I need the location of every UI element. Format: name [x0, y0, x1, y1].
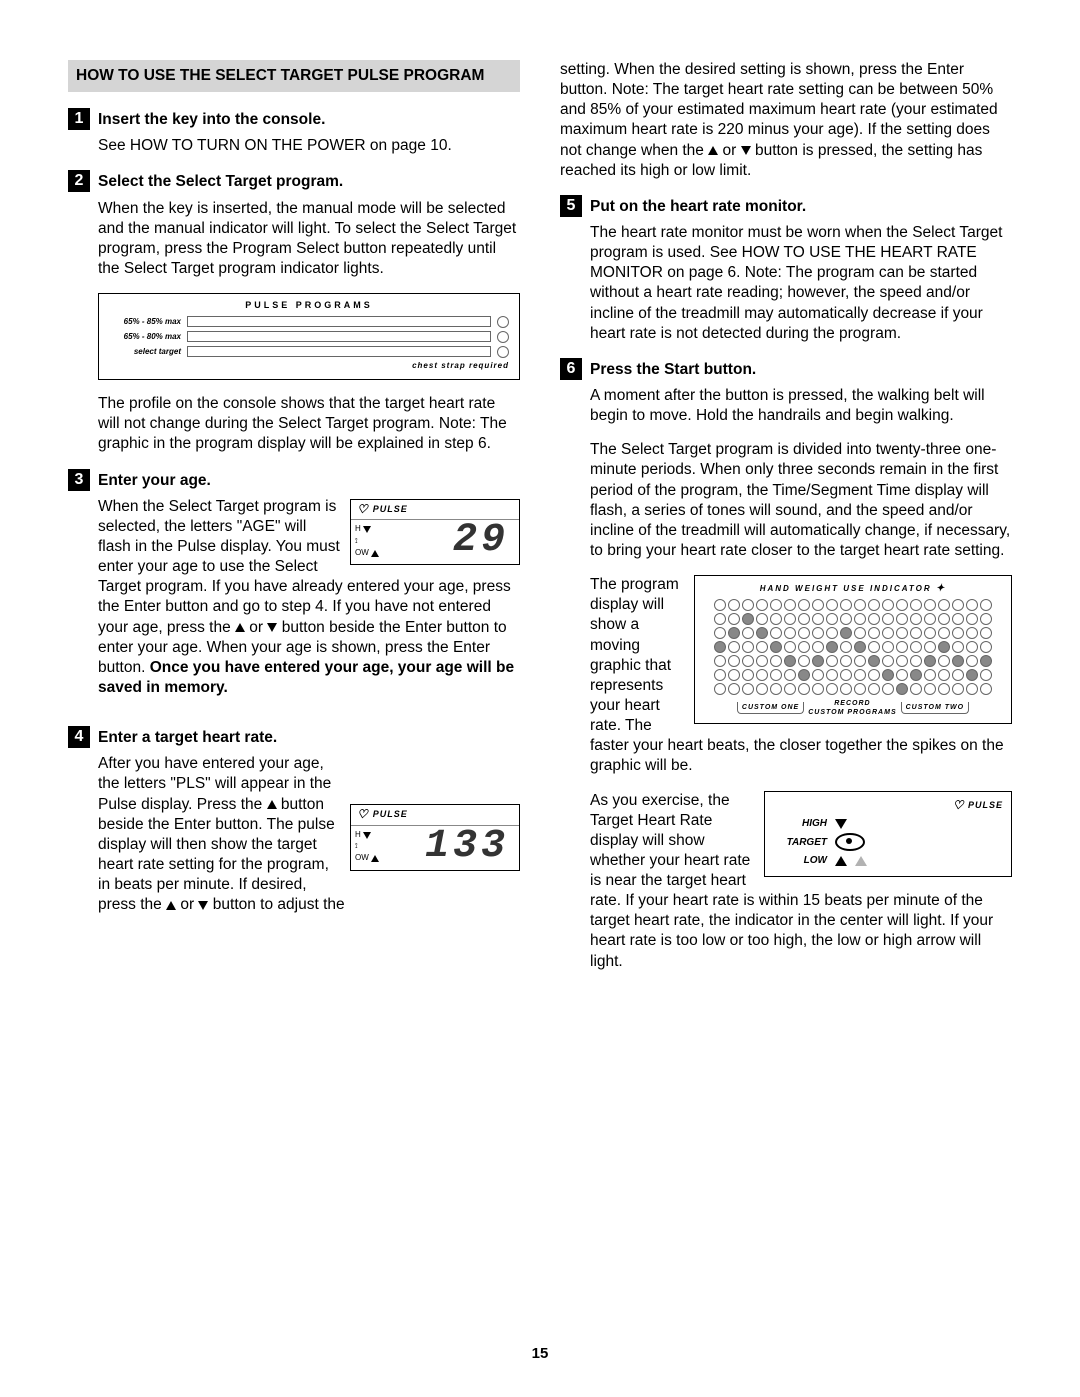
body-text: The heart rate monitor must be worn when… [590, 223, 1012, 344]
lcd-header: PULSE [373, 504, 408, 516]
low-label: OW [355, 548, 369, 558]
step-title: Enter a target heart rate. [98, 726, 277, 748]
figure-title: HAND WEIGHT USE INDICATOR [760, 584, 932, 593]
figure-target-heart-rate: ♡ PULSE HIGH TARGET [764, 791, 1012, 878]
triangle-down-icon [741, 146, 751, 155]
indicator-dot [497, 316, 509, 328]
triangle-up-icon [235, 623, 245, 632]
step-title: Enter your age. [98, 469, 211, 491]
step-title: Insert the key into the console. [98, 108, 325, 130]
runner-icon: ✦ [936, 583, 946, 594]
dot-matrix-grid [703, 599, 1003, 695]
body-text: A moment after the button is pressed, th… [590, 386, 1012, 426]
triangle-down-icon [198, 901, 208, 910]
high-label: H [355, 830, 361, 840]
right-column: setting. When the desired setting is sho… [560, 60, 1012, 1000]
figure-pulse-lcd-age: ♡ PULSE H ⟟ OW 29 [350, 499, 520, 566]
row-label: 65% - 85% max [109, 317, 181, 327]
indicator-dot [497, 331, 509, 343]
step-2: 2 Select the Select Target program. When… [68, 170, 520, 279]
triangle-up-icon [708, 146, 718, 155]
two-column-layout: HOW TO USE THE SELECT TARGET PULSE PROGR… [68, 60, 1012, 1000]
triangle-up-icon [371, 550, 379, 557]
page-number: 15 [0, 1344, 1080, 1364]
body-text: The profile on the console shows that th… [98, 394, 520, 454]
step-3: 3 Enter your age. ♡ PULSE H ⟟ [68, 469, 520, 713]
manual-page: HOW TO USE THE SELECT TARGET PULSE PROGR… [0, 0, 1080, 1397]
step-number-box: 5 [560, 195, 582, 217]
lcd-value: 133 [383, 828, 515, 866]
step-5: 5 Put on the heart rate monitor. The hea… [560, 195, 1012, 344]
lcd-header: PULSE [373, 809, 408, 821]
left-column: HOW TO USE THE SELECT TARGET PULSE PROGR… [68, 60, 520, 1000]
profile-line [187, 331, 491, 342]
figure-header: PULSE [968, 800, 1003, 810]
heart-icon: ♡ [357, 807, 369, 823]
pulse-program-row: 65% - 80% max [109, 331, 509, 343]
triangle-up-icon [371, 855, 379, 862]
triangle-down-icon [267, 623, 277, 632]
figure-program-display: HAND WEIGHT USE INDICATOR ✦ CUSTOM ONE R… [694, 575, 1012, 724]
row-label: 65% - 80% max [109, 332, 181, 342]
step-number-box: 4 [68, 726, 90, 748]
section-heading: HOW TO USE THE SELECT TARGET PULSE PROGR… [68, 60, 520, 92]
figure-title: PULSE PROGRAMS [109, 300, 509, 312]
step-number-box: 1 [68, 108, 90, 130]
triangle-down-icon [835, 819, 847, 829]
low-label: OW [355, 853, 369, 863]
body-text: setting. When the desired setting is sho… [560, 60, 1012, 181]
step-title: Press the Start button. [590, 358, 756, 380]
row-label: select target [109, 347, 181, 357]
step-number-box: 6 [560, 358, 582, 380]
step-6: 6 Press the Start button. A moment after… [560, 358, 1012, 986]
profile-line [187, 316, 491, 327]
body-text-bold: Once you have entered your age, your age… [98, 659, 514, 696]
step-1: 1 Insert the key into the console. See H… [68, 108, 520, 156]
step-title: Select the Select Target program. [98, 170, 343, 192]
triangle-up-icon [267, 800, 277, 809]
lcd-arrows: H ⟟ OW [355, 524, 379, 558]
foot-label: CUSTOM TWO [901, 702, 969, 714]
profile-line [187, 346, 491, 357]
triangle-up-icon [855, 856, 867, 866]
triangle-down-icon [363, 526, 371, 533]
body-text: The Select Target program is divided int… [590, 440, 1012, 561]
triangle-up-icon [835, 856, 847, 866]
triangle-up-icon [166, 901, 176, 910]
step-title: Put on the heart rate monitor. [590, 195, 806, 217]
figure-footer: chest strap required [109, 361, 509, 371]
foot-label: CUSTOM ONE [737, 702, 804, 714]
pulse-program-row: select target [109, 346, 509, 358]
foot-label: RECORD CUSTOM PROGRAMS [808, 699, 896, 717]
high-label: H [355, 524, 361, 534]
heart-icon: ♡ [357, 502, 369, 518]
row-label: HIGH [773, 817, 827, 830]
body-text: See HOW TO TURN ON THE POWER on page 10. [98, 136, 520, 156]
figure-pulse-lcd-pls: ♡ PULSE H ⟟ OW 133 [350, 804, 520, 871]
step-4: 4 Enter a target heart rate. ♡ PULSE H [68, 726, 520, 929]
pulse-program-row: 65% - 85% max [109, 316, 509, 328]
lcd-value: 29 [383, 522, 515, 560]
lcd-arrows: H ⟟ OW [355, 830, 379, 864]
row-label: TARGET [773, 836, 827, 849]
step-number-box: 3 [68, 469, 90, 491]
triangle-down-icon [363, 832, 371, 839]
target-indicator-icon [835, 833, 865, 851]
indicator-dot [497, 346, 509, 358]
heart-icon: ♡ [953, 798, 965, 814]
body-text: When the key is inserted, the manual mod… [98, 199, 520, 280]
row-label: LOW [773, 854, 827, 867]
step-number-box: 2 [68, 170, 90, 192]
figure-pulse-programs: PULSE PROGRAMS 65% - 85% max 65% - 80% m… [98, 293, 520, 380]
